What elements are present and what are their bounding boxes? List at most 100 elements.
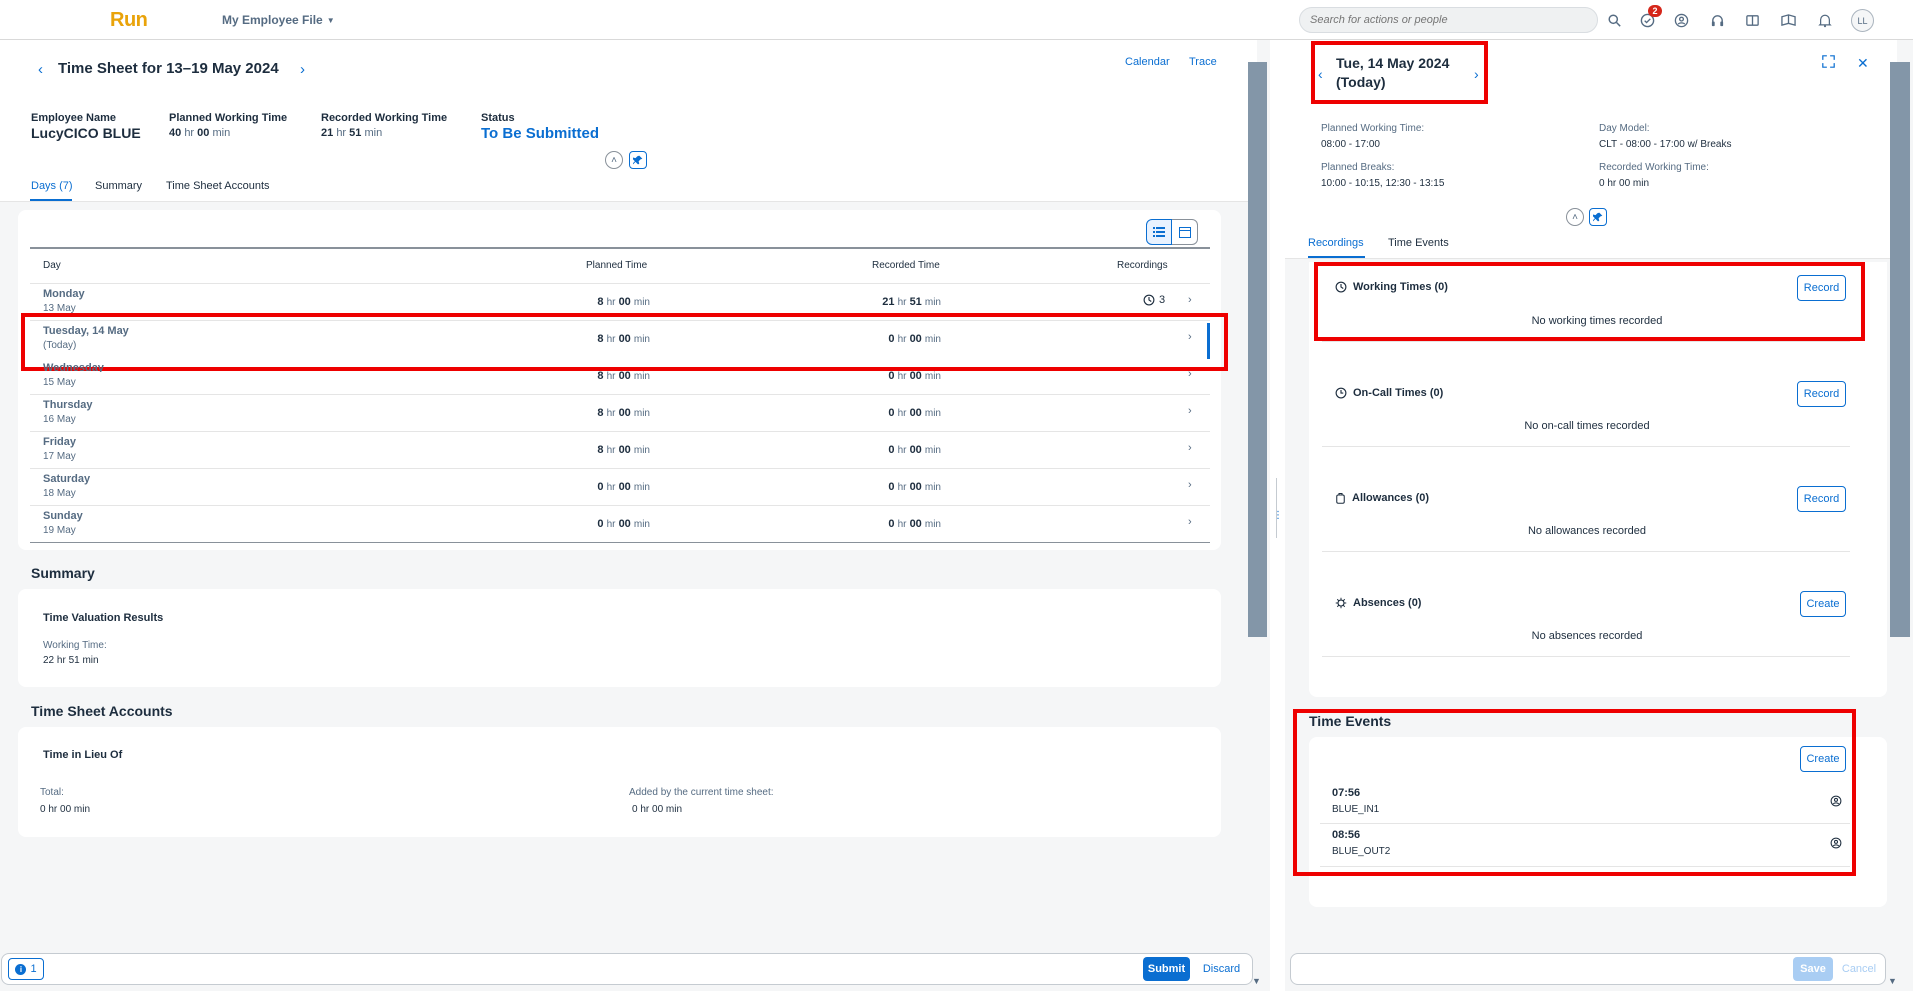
row-recorded-time: 0 hr 00 min xyxy=(888,407,941,419)
row-planned-time: 0 hr 00 min xyxy=(597,481,650,493)
info-icon: i xyxy=(15,963,27,975)
people-chat-icon[interactable] xyxy=(1672,11,1690,29)
scroll-down-icon[interactable]: ▼ xyxy=(1888,976,1897,986)
day-model-value: CLT - 08:00 - 17:00 w/ Breaks xyxy=(1599,139,1732,150)
section-divider xyxy=(1322,656,1850,657)
employee-name-field: Employee Name LucyCICO BLUE xyxy=(31,112,141,141)
accounts-card: Time in Lieu Of Total: 0 hr 00 min Added… xyxy=(18,727,1221,837)
app-menu-button[interactable]: My Employee File ▼ xyxy=(222,13,335,27)
tab-days-underline xyxy=(30,199,72,201)
row-navigation-icon[interactable]: › xyxy=(1188,368,1192,380)
status-label: Status xyxy=(481,112,515,124)
tab-recordings[interactable]: Recordings xyxy=(1308,237,1364,249)
recorded-working-time-field: Recorded Working Time 21 hr 51 min xyxy=(321,112,447,139)
headset-icon[interactable] xyxy=(1708,11,1726,29)
table-row[interactable]: Thursday 16 May 8 hr 00 min 0 hr 00 min … xyxy=(30,395,1210,431)
row-navigation-icon[interactable]: › xyxy=(1188,405,1192,417)
tab-time-events[interactable]: Time Events xyxy=(1388,237,1449,249)
splitter-line xyxy=(1276,478,1277,538)
row-navigation-icon[interactable]: › xyxy=(1188,479,1192,491)
planned-working-time-value: 08:00 - 17:00 xyxy=(1321,139,1380,150)
right-scrollbar-thumb[interactable] xyxy=(1890,62,1910,637)
row-recorded-time: 21 hr 51 min xyxy=(882,296,941,308)
table-bottom-divider xyxy=(30,542,1210,543)
search-icon[interactable] xyxy=(1605,11,1623,29)
row-recorded-time: 0 hr 00 min xyxy=(888,481,941,493)
row-navigation-icon[interactable]: › xyxy=(1188,294,1192,306)
discard-button[interactable]: Discard xyxy=(1197,957,1246,981)
section-divider xyxy=(1322,551,1850,552)
planned-working-time-label: Planned Working Time: xyxy=(1321,123,1425,134)
record-allowance-button[interactable]: Record xyxy=(1797,486,1846,512)
create-absence-button[interactable]: Create xyxy=(1800,591,1846,617)
section-divider xyxy=(1322,341,1850,342)
row-planned-time: 8 hr 00 min xyxy=(597,296,650,308)
calendar-icon xyxy=(1178,227,1191,238)
calendar-link[interactable]: Calendar xyxy=(1125,56,1170,68)
row-navigation-icon[interactable]: › xyxy=(1188,442,1192,454)
added-value: 0 hr 00 min xyxy=(632,804,683,815)
app-logo[interactable]: Run xyxy=(110,9,148,32)
search-input[interactable] xyxy=(1299,7,1598,33)
save-button[interactable]: Save xyxy=(1793,957,1833,981)
submit-button[interactable]: Submit xyxy=(1143,957,1190,981)
time-in-lieu-title: Time in Lieu Of xyxy=(43,749,123,761)
row-recordings: 3 xyxy=(1143,294,1165,306)
collapse-header-button[interactable]: ˄ xyxy=(605,151,623,169)
row-navigation-icon[interactable]: › xyxy=(1188,516,1192,528)
absences-empty: No absences recorded xyxy=(1531,630,1643,642)
column-header-recorded: Recorded Time xyxy=(872,260,940,271)
table-row[interactable]: Wednesday 15 May 8 hr 00 min 0 hr 00 min… xyxy=(30,358,1210,394)
list-icon xyxy=(1153,227,1165,237)
pin-header-button[interactable] xyxy=(629,151,647,169)
working-time-value: 22 hr 51 min xyxy=(43,655,99,666)
learning-icon[interactable] xyxy=(1779,11,1797,29)
list-view-button[interactable] xyxy=(1146,219,1172,245)
row-planned-time: 0 hr 00 min xyxy=(597,518,650,530)
column-header-planned: Planned Time xyxy=(586,260,648,271)
chevron-up-icon: ˄ xyxy=(1572,211,1578,223)
view-switch xyxy=(1146,219,1198,245)
absences-label: Absences (0) xyxy=(1353,597,1422,609)
messages-button[interactable]: i 1 xyxy=(8,958,44,980)
expand-icon[interactable] xyxy=(1822,55,1835,68)
previous-week-icon[interactable]: ‹ xyxy=(38,61,43,78)
splitter-grip-icon[interactable]: ⋮ xyxy=(1273,510,1283,521)
on-call-icon xyxy=(1335,387,1347,399)
row-recorded-time: 0 hr 00 min xyxy=(888,370,941,382)
trace-link[interactable]: Trace xyxy=(1189,56,1217,68)
tab-days[interactable]: Days (7) xyxy=(31,180,73,192)
table-row[interactable]: Sunday 19 May 0 hr 00 min 0 hr 00 min › xyxy=(30,506,1210,542)
working-time-icon xyxy=(1143,294,1155,306)
bell-icon[interactable] xyxy=(1816,11,1834,29)
calendar-view-button[interactable] xyxy=(1172,219,1198,245)
recorded-working-time-value: 21 hr 51 min xyxy=(321,127,383,139)
close-icon[interactable]: ✕ xyxy=(1857,55,1869,72)
collapse-detail-header-button[interactable]: ˄ xyxy=(1566,208,1584,226)
user-avatar[interactable]: LL xyxy=(1851,9,1874,32)
employee-name-value: LucyCICO BLUE xyxy=(31,125,141,141)
pin-detail-header-button[interactable] xyxy=(1589,208,1607,226)
row-recorded-time: 0 hr 00 min xyxy=(888,444,941,456)
allowances-label: Allowances (0) xyxy=(1352,492,1430,504)
tab-time-sheet-accounts[interactable]: Time Sheet Accounts xyxy=(166,180,270,192)
row-date: 16 May xyxy=(43,414,76,425)
next-week-icon[interactable]: › xyxy=(300,61,305,78)
on-call-times-label: On-Call Times (0) xyxy=(1353,387,1444,399)
allowances-title: Allowances (0) xyxy=(1335,492,1429,504)
tasks-icon[interactable]: 2 xyxy=(1638,5,1662,29)
record-on-call-button[interactable]: Record xyxy=(1797,381,1846,407)
table-row[interactable]: Friday 17 May 8 hr 00 min 0 hr 00 min › xyxy=(30,432,1210,468)
chevron-up-icon: ˄ xyxy=(611,154,617,166)
on-call-times-title: On-Call Times (0) xyxy=(1335,387,1443,399)
planned-working-time-value: 40 hr 00 min xyxy=(169,127,231,139)
scroll-down-icon[interactable]: ▼ xyxy=(1252,976,1261,986)
table-row[interactable]: Saturday 18 May 0 hr 00 min 0 hr 00 min … xyxy=(30,469,1210,505)
left-scrollbar-thumb[interactable] xyxy=(1248,62,1267,637)
guide-icon[interactable] xyxy=(1743,11,1761,29)
planned-working-time-label: Planned Working Time xyxy=(169,112,288,124)
row-day: Sunday xyxy=(43,510,83,522)
tab-summary[interactable]: Summary xyxy=(95,180,142,192)
cancel-button[interactable]: Cancel xyxy=(1835,957,1883,981)
absences-title: Absences (0) xyxy=(1335,597,1421,609)
